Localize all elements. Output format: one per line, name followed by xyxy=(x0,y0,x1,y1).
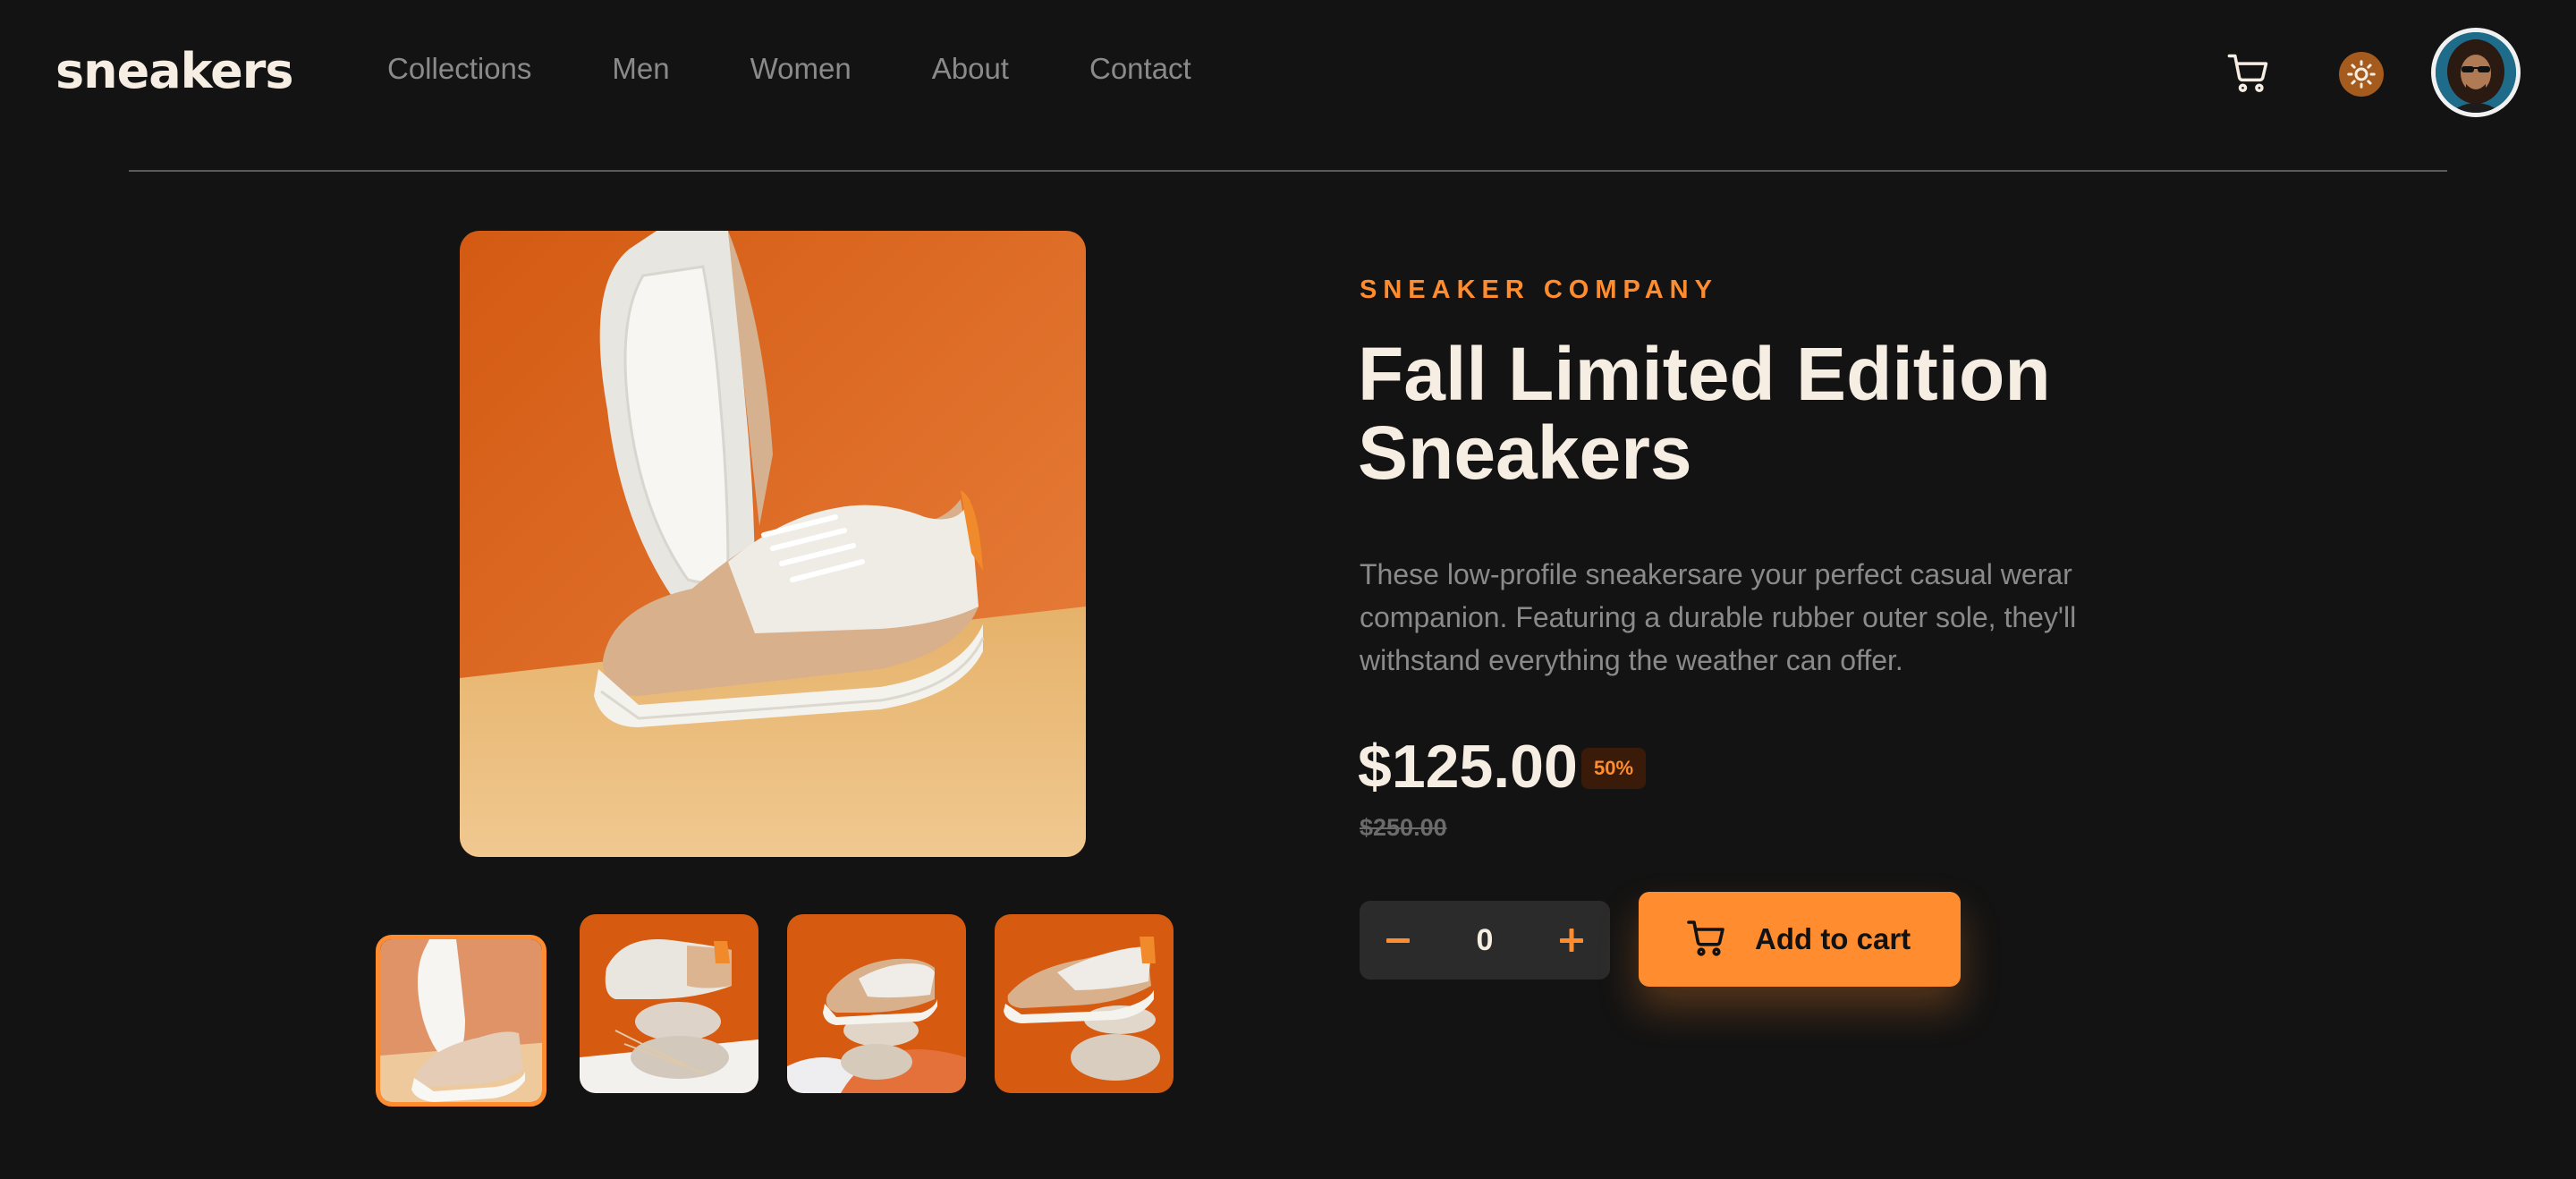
sneaker-image xyxy=(460,231,1086,857)
discount-badge: 50% xyxy=(1581,748,1647,789)
main-product-image[interactable] xyxy=(460,231,1086,857)
thumbnail-image xyxy=(787,914,966,1093)
add-to-cart-button[interactable]: Add to cart xyxy=(1639,892,1961,987)
minus-icon xyxy=(1386,938,1410,943)
logo[interactable]: sneakers xyxy=(55,43,294,99)
nav-item-about[interactable]: About xyxy=(932,52,1009,86)
theme-toggle[interactable] xyxy=(2339,52,2384,97)
sun-icon xyxy=(2347,60,2376,89)
nav-item-contact[interactable]: Contact xyxy=(1089,52,1191,86)
increase-quantity-button[interactable] xyxy=(1533,901,1610,980)
plus-icon xyxy=(1560,929,1583,952)
decrease-quantity-button[interactable] xyxy=(1360,901,1436,980)
thumbnail-2[interactable] xyxy=(580,914,758,1093)
thumbnail-1[interactable] xyxy=(376,935,547,1107)
avatar[interactable] xyxy=(2431,28,2521,117)
main-nav: Collections Men Women About Contact xyxy=(387,52,1272,86)
original-price: $250.00 xyxy=(1360,814,1447,841)
site-header: sneakers Collections Men Women About Con… xyxy=(0,0,2576,172)
add-to-cart-label: Add to cart xyxy=(1755,922,1911,955)
nav-item-collections[interactable]: Collections xyxy=(387,52,531,86)
thumbnail-4[interactable] xyxy=(995,914,1174,1093)
header-divider xyxy=(129,170,2447,172)
avatar-image xyxy=(2436,32,2516,113)
cart-icon xyxy=(1687,920,1724,956)
thumbnail-image xyxy=(580,914,758,1093)
cart-icon xyxy=(2227,54,2268,93)
current-price: $125.00 xyxy=(1358,733,1578,801)
brand-label: SNEAKER COMPANY xyxy=(1360,276,1718,304)
quantity-value: 0 xyxy=(1476,923,1494,957)
nav-item-men[interactable]: Men xyxy=(612,52,669,86)
thumbnail-image xyxy=(995,914,1174,1093)
thumbnail-3[interactable] xyxy=(787,914,966,1093)
quantity-stepper: 0 xyxy=(1360,901,1610,980)
nav-item-women[interactable]: Women xyxy=(750,52,852,86)
cart-button[interactable] xyxy=(2225,50,2272,97)
thumbnail-image xyxy=(380,939,542,1102)
product-title: Fall Limited Edition Sneakers xyxy=(1358,332,2051,495)
product-description: These low-profile sneakersare your perfe… xyxy=(1360,558,2077,676)
